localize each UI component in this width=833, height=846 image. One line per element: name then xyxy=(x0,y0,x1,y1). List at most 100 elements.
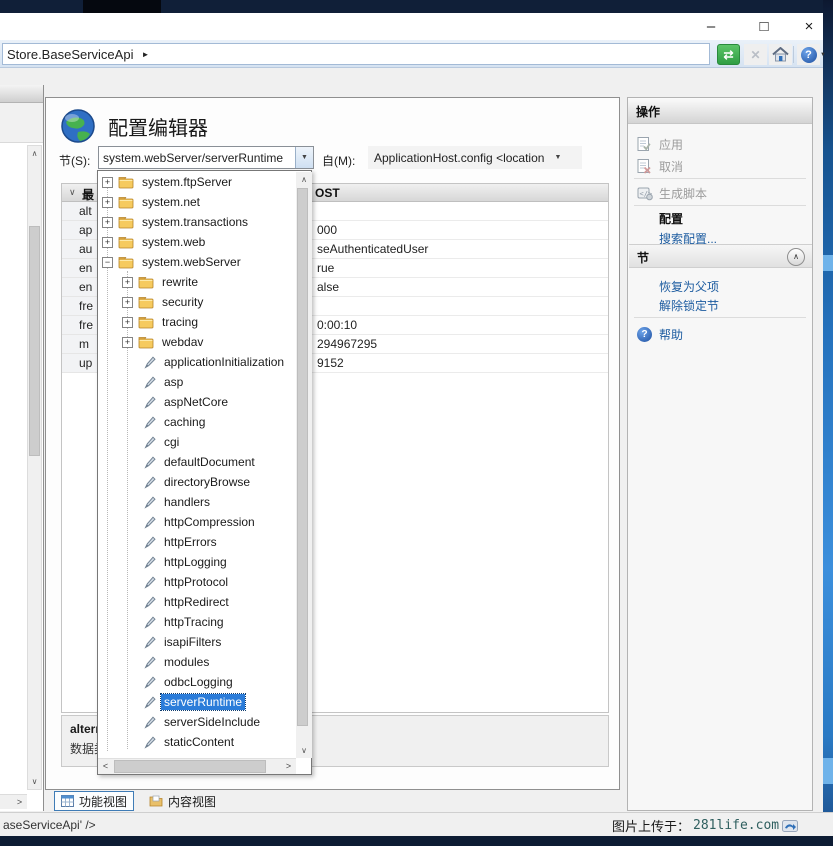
popup-horizontal-scrollbar[interactable]: < > xyxy=(98,758,296,774)
tree-item-label[interactable]: webdav xyxy=(159,334,206,350)
tree-item[interactable]: httpErrors xyxy=(98,532,296,552)
tree-item[interactable]: caching xyxy=(98,412,296,432)
expander-icon[interactable]: + xyxy=(102,217,113,228)
tree-item-label[interactable]: system.web xyxy=(139,234,208,250)
tab-features-view[interactable]: 功能视图 xyxy=(54,791,134,811)
tree-item-label[interactable]: modules xyxy=(161,654,212,670)
tree-item[interactable]: + system.transactions xyxy=(98,212,296,232)
tree-item-label[interactable]: system.net xyxy=(139,194,203,210)
tree-item-label[interactable]: system.webServer xyxy=(139,254,244,270)
from-combobox[interactable]: ApplicationHost.config <location ▼ xyxy=(368,146,582,169)
help-icon[interactable]: ? xyxy=(797,44,820,65)
expander-icon[interactable]: + xyxy=(122,297,133,308)
tree-item[interactable]: handlers xyxy=(98,492,296,512)
tree-item-label[interactable]: asp xyxy=(161,374,186,390)
tree-item-label[interactable]: system.transactions xyxy=(139,214,251,230)
scroll-up-icon[interactable]: ∧ xyxy=(296,172,312,187)
scroll-up-icon[interactable]: ∧ xyxy=(28,146,41,161)
property-value-cell[interactable]: seAuthenticatedUser xyxy=(307,240,608,259)
property-value-cell[interactable]: 294967295 xyxy=(307,335,608,354)
scroll-down-icon[interactable]: ∨ xyxy=(28,774,41,789)
tree-item[interactable]: httpProtocol xyxy=(98,572,296,592)
stop-icon[interactable]: ✕ xyxy=(744,44,767,65)
scroll-left-icon[interactable]: < xyxy=(98,759,113,774)
tree-item-label[interactable]: security xyxy=(159,294,206,310)
help-link[interactable]: ? 帮助 xyxy=(628,324,812,344)
help-dropdown-caret-icon[interactable]: ▼ xyxy=(820,52,826,58)
scrollbar-thumb[interactable] xyxy=(114,760,266,773)
scroll-right-icon[interactable]: > xyxy=(281,759,296,774)
tree-item[interactable]: + webdav xyxy=(98,332,296,352)
section-group-header[interactable]: 节 ∧ xyxy=(629,244,812,268)
connections-vertical-scrollbar[interactable]: ∧ ∨ xyxy=(27,145,42,790)
tree-item-label[interactable]: caching xyxy=(161,414,208,430)
connections-horizontal-scrollbar[interactable]: > xyxy=(0,794,27,809)
tree-item[interactable]: applicationInitialization xyxy=(98,352,296,372)
tree-item[interactable]: httpTracing xyxy=(98,612,296,632)
home-icon[interactable] xyxy=(769,44,792,65)
cancel-button[interactable]: 取消 xyxy=(628,156,812,176)
tree-item-label[interactable]: handlers xyxy=(161,494,213,510)
unlock-section-link[interactable]: 解除锁定节 xyxy=(628,295,812,315)
restart-icon[interactable]: ⇄ xyxy=(717,44,740,65)
tree-item-label[interactable]: httpErrors xyxy=(161,534,220,550)
tree-item-label[interactable]: serverSideInclude xyxy=(161,714,263,730)
tree-item-label[interactable]: applicationInitialization xyxy=(161,354,287,370)
expander-icon[interactable]: + xyxy=(102,177,113,188)
scrollbar-thumb[interactable] xyxy=(29,226,40,456)
tree-item[interactable]: cgi xyxy=(98,432,296,452)
collapse-chevron-icon[interactable]: ∨ xyxy=(69,187,76,198)
tree-item-label[interactable]: directoryBrowse xyxy=(161,474,253,490)
expander-icon[interactable]: + xyxy=(102,237,113,248)
maximize-button[interactable]: □ xyxy=(748,16,780,38)
tree-item[interactable]: serverRuntime xyxy=(98,692,296,712)
property-value-cell[interactable]: 9152 xyxy=(307,354,608,373)
chevron-down-icon[interactable]: ▼ xyxy=(554,154,561,161)
property-value-cell[interactable]: alse xyxy=(307,278,608,297)
tree-item[interactable]: + system.web xyxy=(98,232,296,252)
tree-item-label[interactable]: httpRedirect xyxy=(161,594,232,610)
tree-item[interactable]: modules xyxy=(98,652,296,672)
tree-item[interactable]: aspNetCore xyxy=(98,392,296,412)
tree-item[interactable]: httpCompression xyxy=(98,512,296,532)
tree-item[interactable]: httpLogging xyxy=(98,552,296,572)
tree-item-label[interactable]: isapiFilters xyxy=(161,634,224,650)
tree-item-label[interactable]: httpProtocol xyxy=(161,574,231,590)
chevron-down-icon[interactable]: ▼ xyxy=(295,147,313,168)
tree-item-label[interactable]: serverRuntime xyxy=(161,694,245,710)
scrollbar-thumb[interactable] xyxy=(297,188,308,726)
tree-item-label[interactable]: staticContent xyxy=(161,734,237,750)
tree-item[interactable]: httpRedirect xyxy=(98,592,296,612)
expander-icon[interactable]: + xyxy=(122,277,133,288)
tree-item[interactable]: odbcLogging xyxy=(98,672,296,692)
revert-to-parent-link[interactable]: 恢复为父项 xyxy=(628,276,812,296)
property-value-cell[interactable]: 0:00:10 xyxy=(307,316,608,335)
tree-item-label[interactable]: cgi xyxy=(161,434,182,450)
tree-item[interactable]: staticContent xyxy=(98,732,296,752)
expander-icon[interactable]: − xyxy=(102,257,113,268)
tree-item[interactable]: + tracing xyxy=(98,312,296,332)
tree-item[interactable]: + system.ftpServer xyxy=(98,172,296,192)
tree-item[interactable]: directoryBrowse xyxy=(98,472,296,492)
scroll-right-icon[interactable]: > xyxy=(12,795,27,810)
address-breadcrumb-input[interactable]: Store.BaseServiceApi ► xyxy=(2,43,710,65)
tree-item[interactable]: serverSideInclude xyxy=(98,712,296,732)
generate-script-button[interactable]: </> 生成脚本 xyxy=(628,183,812,203)
tree-item-label[interactable]: system.ftpServer xyxy=(139,174,235,190)
minimize-button[interactable]: – xyxy=(695,16,727,38)
tree-item[interactable]: defaultDocument xyxy=(98,452,296,472)
tree-item-label[interactable]: defaultDocument xyxy=(161,454,258,470)
tree-item-label[interactable]: httpCompression xyxy=(161,514,258,530)
tree-item-label[interactable]: rewrite xyxy=(159,274,201,290)
tree-item[interactable]: − system.webServer xyxy=(98,252,296,272)
tree-item-label[interactable]: odbcLogging xyxy=(161,674,236,690)
tree-item[interactable]: + rewrite xyxy=(98,272,296,292)
section-combobox[interactable]: system.webServer/serverRuntime ▼ xyxy=(98,146,314,169)
tree-item[interactable]: asp xyxy=(98,372,296,392)
property-value-cell[interactable] xyxy=(307,297,608,316)
popup-vertical-scrollbar[interactable]: ∧ ∨ xyxy=(296,172,312,758)
property-value-cell[interactable] xyxy=(307,202,608,221)
tree-item[interactable]: + security xyxy=(98,292,296,312)
close-button[interactable]: × xyxy=(793,16,825,38)
breadcrumb-arrow-icon[interactable]: ► xyxy=(141,50,149,59)
